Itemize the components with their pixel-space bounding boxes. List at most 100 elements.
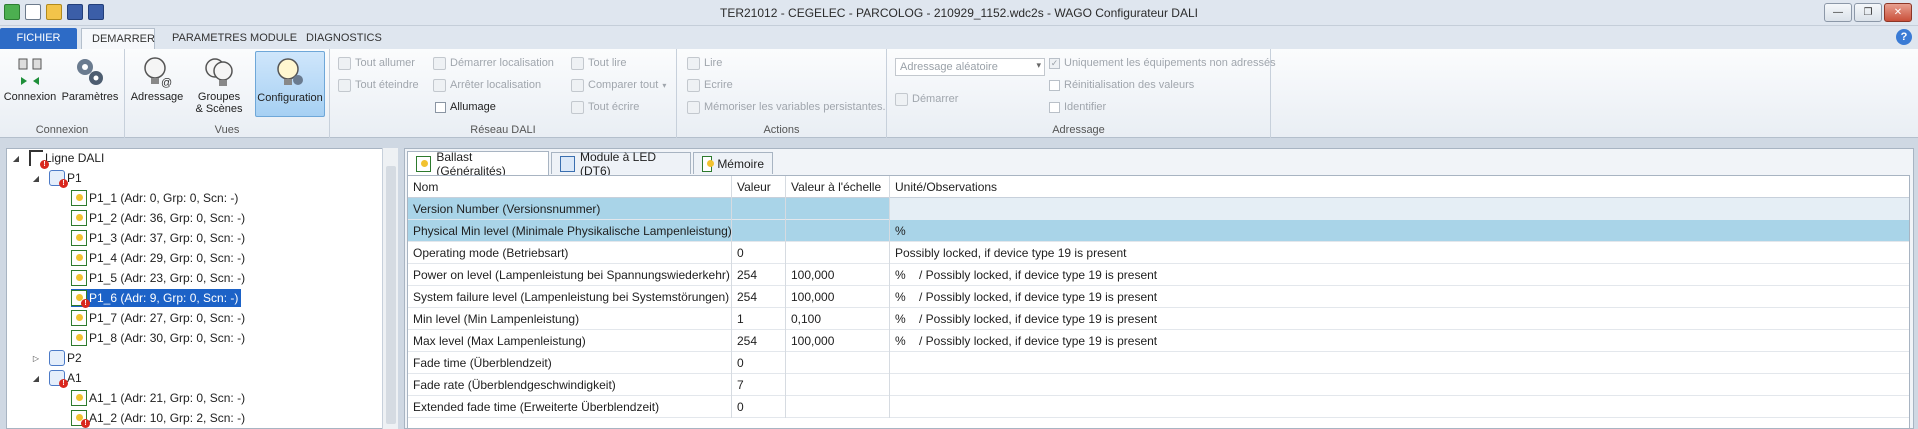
locate-stop-icon	[433, 78, 446, 92]
unchecked-icon	[1049, 79, 1060, 91]
demarrer-adressage-button[interactable]: Démarrer	[895, 90, 958, 108]
header-unite[interactable]: Unité/Observations	[890, 176, 1909, 198]
tab-module-led[interactable]: Module à LED (DT6)	[551, 150, 691, 178]
table-row[interactable]: Extended fade time (Erweiterte Überblend…	[408, 396, 1909, 418]
table-row[interactable]: Version Number (Versionsnummer)	[408, 198, 1909, 220]
demarrer-localisation-button[interactable]: Démarrer localisation	[433, 54, 554, 72]
tab-fichier[interactable]: FICHIER	[0, 28, 77, 49]
collapse-icon[interactable]: ◢	[31, 174, 41, 183]
cell-valeur[interactable]	[732, 220, 786, 242]
cell-nom: Fade rate (Überblendgeschwindigkeit)	[408, 374, 732, 396]
cell-unite: % / Possibly locked, if device type 19 i…	[895, 334, 1158, 348]
header-valeur-echelle[interactable]: Valeur à l'échelle	[786, 176, 890, 198]
tree-node-ballast[interactable]: ! A1_2 (Adr: 10, Grp: 2, Scn: -)	[71, 409, 248, 428]
tab-ballast-generalites[interactable]: Ballast (Généralités)	[407, 150, 549, 178]
cell-valeur[interactable]: 1	[732, 308, 786, 330]
cell-valeur[interactable]: 0	[732, 396, 786, 418]
table-row[interactable]: System failure level (Lampenleistung bei…	[408, 286, 1909, 308]
scrollbar-thumb[interactable]	[386, 166, 396, 424]
tree-node-ballast-selected[interactable]: ! P1_6 (Adr: 9, Grp: 0, Scn: -)	[71, 289, 242, 308]
tout-allumer-button[interactable]: Tout allumer	[338, 54, 415, 72]
detail-pane: Ballast (Généralités) Module à LED (DT6)…	[404, 148, 1914, 429]
group-label-connexion: Connexion	[35, 124, 89, 136]
cell-valeur[interactable]: 7	[732, 374, 786, 396]
collapse-icon[interactable]: ◢	[31, 374, 41, 383]
cell-valeur[interactable]: 254	[732, 264, 786, 286]
cell-valeur[interactable]: 254	[732, 286, 786, 308]
allumage-checkbox[interactable]: Allumage	[435, 98, 496, 116]
group-reseau-dali: Tout allumer Tout éteindre Démarrer loca…	[330, 49, 677, 138]
ballast-icon	[71, 250, 87, 266]
lire-button[interactable]: Lire	[687, 54, 722, 72]
tree-node-ballast[interactable]: A1_1 (Adr: 21, Grp: 0, Scn: -)	[71, 389, 248, 407]
cell-valeur-echelle	[786, 242, 890, 264]
groupes-scenes-button[interactable]: Groupes & Scènes	[190, 51, 248, 117]
error-badge-icon: !	[81, 299, 90, 308]
cell-valeur[interactable]	[732, 198, 786, 220]
cell-valeur-echelle	[786, 396, 890, 418]
cell-nom: Operating mode (Betriebsart)	[408, 242, 732, 264]
tree-node-ballast[interactable]: P1_7 (Adr: 27, Grp: 0, Scn: -)	[71, 309, 248, 327]
table-row[interactable]: Max level (Max Lampenleistung) 254 100,0…	[408, 330, 1909, 352]
ecrire-button[interactable]: Ecrire	[687, 76, 733, 94]
tab-diagnostics[interactable]: DIAGNOSTICS	[296, 28, 392, 49]
tout-ecrire-button[interactable]: Tout écrire	[571, 98, 639, 116]
cell-nom: Physical Min level (Minimale Physikalisc…	[408, 220, 732, 242]
connexion-button[interactable]: Connexion	[1, 51, 59, 117]
cell-valeur[interactable]: 0	[732, 242, 786, 264]
tree-node-ballast[interactable]: P1_4 (Adr: 29, Grp: 0, Scn: -)	[71, 249, 248, 267]
tout-lire-button[interactable]: Tout lire	[571, 54, 627, 72]
configuration-button[interactable]: Configuration	[255, 51, 325, 117]
group-vues: @ Adressage Groupes & Scènes Configurati…	[125, 49, 330, 138]
parametres-button[interactable]: Paramètres	[61, 51, 119, 117]
close-button[interactable]: ✕	[1884, 3, 1912, 22]
tree-node-ballast[interactable]: P1_2 (Adr: 36, Grp: 0, Scn: -)	[71, 209, 248, 227]
collapse-icon[interactable]: ◢	[11, 154, 21, 163]
read-all-icon	[571, 56, 584, 70]
header-nom[interactable]: Nom	[408, 176, 732, 198]
cell-valeur-echelle	[786, 220, 890, 242]
memoriser-button[interactable]: Mémoriser les variables persistantes.	[687, 98, 886, 116]
header-valeur[interactable]: Valeur	[732, 176, 786, 198]
uniquement-non-adresses-checkbox[interactable]: ✓ Uniquement les équipements non adressés	[1049, 54, 1276, 72]
checked-icon: ✓	[1049, 57, 1060, 69]
tout-eteindre-button[interactable]: Tout éteindre	[338, 76, 419, 94]
adressage-mode-select[interactable]: Adressage aléatoire ▾	[895, 58, 1045, 76]
expand-icon[interactable]: ▷	[31, 354, 41, 363]
tree-node-ballast[interactable]: P1_5 (Adr: 23, Grp: 0, Scn: -)	[71, 269, 248, 287]
tab-memoire[interactable]: Mémoire	[693, 152, 773, 174]
tab-demarrer[interactable]: DEMARRER	[81, 28, 155, 49]
table-row[interactable]: Fade time (Überblendzeit) 0	[408, 352, 1909, 374]
tree-node-p1[interactable]: ! P1	[49, 169, 85, 188]
tree-node-a1[interactable]: ! A1	[49, 369, 85, 388]
cell-nom: Max level (Max Lampenleistung)	[408, 330, 732, 352]
table-row[interactable]: Physical Min level (Minimale Physikalisc…	[408, 220, 1909, 242]
group-actions: Lire Ecrire Mémoriser les variables pers…	[677, 49, 887, 138]
cell-valeur-echelle	[786, 198, 890, 220]
tree-node-ballast[interactable]: P1_8 (Adr: 30, Grp: 0, Scn: -)	[71, 329, 248, 347]
table-row[interactable]: Power on level (Lampenleistung bei Spann…	[408, 264, 1909, 286]
help-icon[interactable]: ?	[1896, 29, 1912, 45]
tree-node-ligne-dali[interactable]: ! Ligne DALI	[29, 149, 107, 169]
memory-icon	[687, 100, 700, 114]
comparer-tout-button[interactable]: Comparer tout ▾	[571, 76, 666, 94]
tab-parametres-module[interactable]: PARAMETRES MODULE	[162, 28, 307, 49]
reinitialisation-checkbox[interactable]: Réinitialisation des valeurs	[1049, 76, 1194, 94]
tree-node-ballast[interactable]: P1_3 (Adr: 37, Grp: 0, Scn: -)	[71, 229, 248, 247]
tree-node-p2[interactable]: P2	[49, 349, 85, 367]
cell-valeur[interactable]: 254	[732, 330, 786, 352]
adressage-view-button[interactable]: @ Adressage	[128, 51, 186, 117]
cell-valeur[interactable]: 0	[732, 352, 786, 374]
table-row[interactable]: Fade rate (Überblendgeschwindigkeit) 7	[408, 374, 1909, 396]
tree-scrollbar[interactable]	[382, 148, 398, 429]
group-label-reseau: Réseau DALI	[470, 124, 536, 136]
restore-button[interactable]: ❐	[1854, 3, 1882, 22]
table-row[interactable]: Operating mode (Betriebsart) 0 Possibly …	[408, 242, 1909, 264]
table-row[interactable]: Min level (Min Lampenleistung) 1 0,100 %…	[408, 308, 1909, 330]
identifier-checkbox[interactable]: Identifier	[1049, 98, 1106, 116]
ballast-icon	[71, 330, 87, 346]
minimize-button[interactable]: —	[1824, 3, 1852, 22]
tree-node-ballast[interactable]: P1_1 (Adr: 0, Grp: 0, Scn: -)	[71, 189, 241, 207]
arreter-localisation-button[interactable]: Arrêter localisation	[433, 76, 541, 94]
cell-valeur-echelle: 100,000	[786, 330, 890, 352]
